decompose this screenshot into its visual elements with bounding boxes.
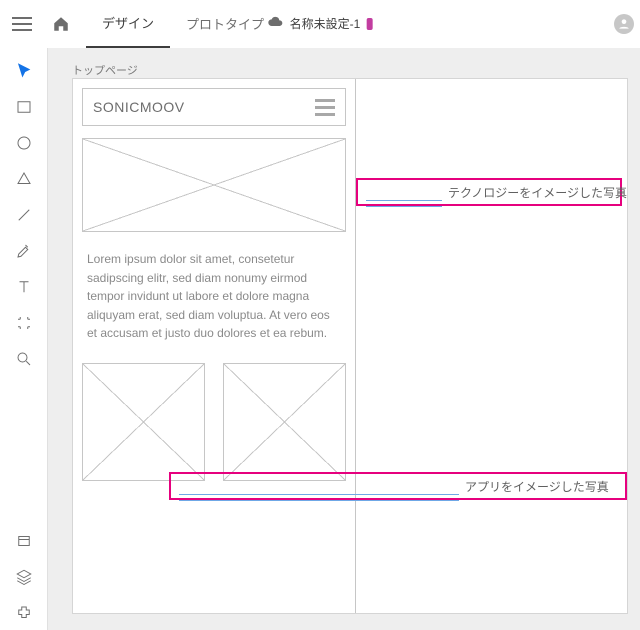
top-bar: デザイン プロトタイプ 名称未設定-1 (0, 0, 640, 48)
tab-label: プロトタイプ (186, 14, 264, 33)
tab-design[interactable]: デザイン (86, 0, 170, 48)
document-name: 名称未設定-1 (290, 15, 361, 32)
tab-label: デザイン (102, 13, 154, 32)
wireframe-thumb-placeholder[interactable] (223, 363, 346, 481)
callout-text: テクノロジーをイメージした写真 (442, 181, 633, 204)
callout-leader-line (358, 191, 442, 193)
document-title-group[interactable]: 名称未設定-1 (268, 14, 373, 33)
pen-tool[interactable] (5, 234, 43, 268)
canvas[interactable]: トップページ SONICMOOV Lorem ipsum dolor sit a… (48, 48, 640, 630)
zoom-tool[interactable] (5, 342, 43, 376)
wireframe-thumb-placeholder[interactable] (82, 363, 205, 481)
text-tool[interactable] (5, 270, 43, 304)
callout-leader-line (171, 485, 459, 487)
user-avatar-icon[interactable] (614, 14, 634, 34)
tab-prototype[interactable]: プロトタイプ (170, 0, 280, 48)
polygon-tool[interactable] (5, 162, 43, 196)
unsaved-indicator (366, 18, 372, 30)
select-tool[interactable] (5, 54, 43, 88)
artboard-tool[interactable] (5, 306, 43, 340)
artboard[interactable]: SONICMOOV Lorem ipsum dolor sit amet, co… (72, 78, 628, 614)
line-tool[interactable] (5, 198, 43, 232)
ellipse-tool[interactable] (5, 126, 43, 160)
rectangle-tool[interactable] (5, 90, 43, 124)
wireframe-body-text[interactable]: Lorem ipsum dolor sit amet, consetetur s… (87, 250, 341, 343)
assets-panel-button[interactable] (5, 524, 43, 558)
main-area: トップページ SONICMOOV Lorem ipsum dolor sit a… (0, 48, 640, 630)
wireframe-header[interactable]: SONICMOOV (82, 88, 346, 126)
layers-panel-button[interactable] (5, 560, 43, 594)
hamburger-icon (315, 99, 335, 116)
tool-rail (0, 48, 48, 630)
cloud-icon (268, 14, 284, 33)
annotation-callout[interactable]: テクノロジーをイメージした写真 (356, 178, 622, 206)
topbar-right (614, 0, 634, 48)
wireframe-thumb-row (82, 363, 346, 481)
annotation-callout[interactable]: アプリをイメージした写真 (169, 472, 627, 500)
plugins-panel-button[interactable] (5, 596, 43, 630)
wireframe-container: SONICMOOV Lorem ipsum dolor sit amet, co… (73, 79, 355, 481)
artboard-label[interactable]: トップページ (72, 62, 138, 78)
home-button[interactable] (36, 0, 86, 48)
divider (355, 79, 356, 613)
main-menu-button[interactable] (8, 10, 36, 38)
wireframe-title: SONICMOOV (93, 99, 185, 115)
wireframe-hero-placeholder[interactable] (82, 138, 346, 232)
callout-text: アプリをイメージした写真 (459, 475, 615, 498)
